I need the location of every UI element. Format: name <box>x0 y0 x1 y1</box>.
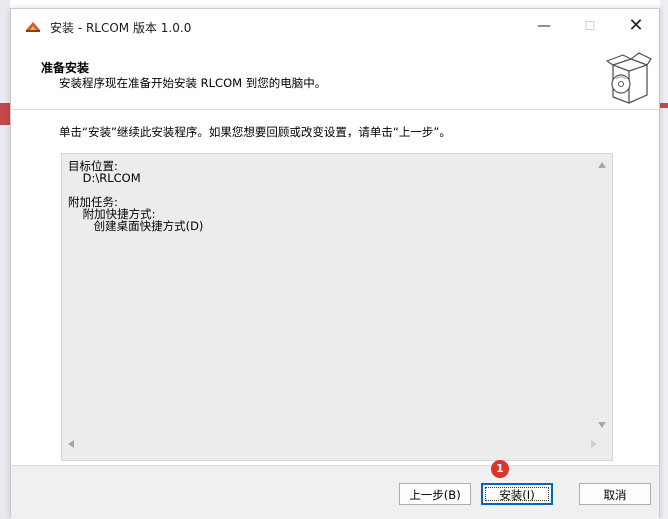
instruction-text: 单击“安装”继续此安装程序。如果您想要回顾或改变设置，请单击“上一步”。 <box>59 125 451 139</box>
scroll-down-arrow-icon[interactable] <box>598 422 606 428</box>
page-title: 准备安装 <box>41 61 90 75</box>
page-subtitle: 安装程序现在准备开始安装 RLCOM 到您的电脑中。 <box>59 76 327 90</box>
maximize-button[interactable]: ☐ <box>567 9 613 43</box>
background-red-mark-right <box>660 103 668 108</box>
cancel-button[interactable]: 取消 <box>579 483 651 505</box>
background-red-mark <box>0 103 10 125</box>
install-box-disc-icon <box>605 52 652 104</box>
install-button[interactable]: 安装(I) <box>481 483 553 505</box>
wizard-header: 准备安装 安装程序现在准备开始安装 RLCOM 到您的电脑中。 <box>11 43 659 110</box>
summary-text: 目标位置: D:\RLCOM 附加任务: 附加快捷方式: 创建桌面快捷方式(D) <box>68 159 204 233</box>
ready-summary-memo[interactable]: 目标位置: D:\RLCOM 附加任务: 附加快捷方式: 创建桌面快捷方式(D) <box>61 153 613 461</box>
focus-rectangle <box>485 487 549 501</box>
app-icon <box>26 22 40 32</box>
installer-window: 安装 - RLCOM 版本 1.0.0 — ☐ ✕ 准备安装 安装程序现在准备开… <box>10 8 660 518</box>
button-bar: 上一步(B) 安装(I) 取消 <box>11 465 659 518</box>
scroll-up-arrow-icon[interactable] <box>598 162 606 168</box>
scroll-right-arrow-icon[interactable] <box>591 440 597 448</box>
background-window-left <box>0 0 10 519</box>
title-bar[interactable]: 安装 - RLCOM 版本 1.0.0 — ☐ ✕ <box>11 9 659 43</box>
close-button[interactable]: ✕ <box>613 9 659 43</box>
step-badge: 1 <box>491 460 509 478</box>
minimize-button[interactable]: — <box>521 9 567 43</box>
window-title: 安装 - RLCOM 版本 1.0.0 <box>50 21 192 35</box>
background-window-right <box>660 0 668 519</box>
back-button[interactable]: 上一步(B) <box>399 483 471 505</box>
scroll-left-arrow-icon[interactable] <box>68 440 74 448</box>
